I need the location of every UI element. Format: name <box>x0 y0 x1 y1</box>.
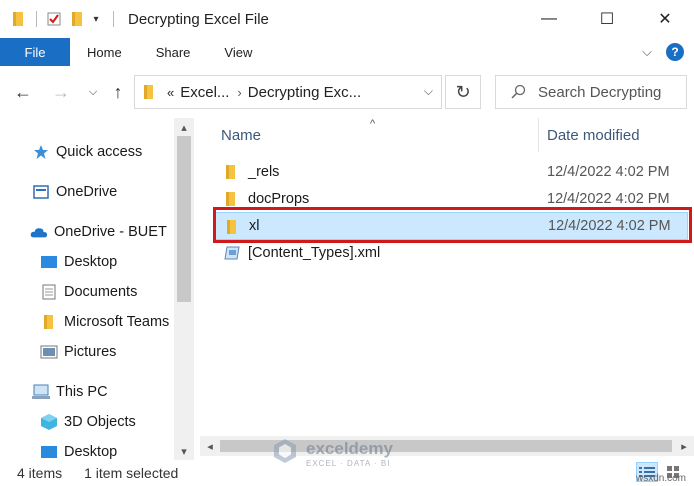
search-icon <box>510 84 526 100</box>
xml-file-icon <box>224 245 242 261</box>
maximize-button[interactable]: ☐ <box>578 0 636 38</box>
forward-icon[interactable]: → <box>48 79 74 105</box>
file-date: 12/4/2022 4:02 PM <box>547 191 670 207</box>
refresh-icon: ↻ <box>455 81 471 102</box>
chevron-down-icon[interactable]: ⌵ <box>424 84 433 99</box>
chevron-right-icon[interactable]: › <box>237 85 241 100</box>
search-input[interactable]: Search Decrypting <box>495 75 687 109</box>
column-header-date-modified[interactable]: Date modified <box>547 118 640 152</box>
tab-view[interactable]: View <box>207 38 269 66</box>
sidebar-item-microsoft-teams[interactable]: Microsoft Teams <box>40 314 169 330</box>
navigation-pane: Quick access OneDrive OneDrive - BUET De… <box>0 118 194 460</box>
folder-icon <box>10 10 28 28</box>
minimize-button[interactable]: — <box>520 0 578 38</box>
folder-icon <box>143 84 155 100</box>
scroll-left-icon[interactable]: ◂ <box>200 436 220 456</box>
computer-icon <box>32 384 50 400</box>
selection-count: 1 item selected <box>84 465 179 481</box>
back-icon[interactable]: ← <box>10 79 36 105</box>
file-name: _rels <box>248 164 280 180</box>
address-overflow[interactable]: « <box>167 85 174 100</box>
desktop-icon <box>40 444 58 460</box>
folder-icon <box>224 164 242 180</box>
scroll-up-icon[interactable]: ▴ <box>174 118 194 136</box>
sidebar-item-onedrive-buet[interactable]: OneDrive - BUET <box>30 224 167 240</box>
file-list: ^ Name Date modified _rels 12/4/2022 4:0… <box>200 118 694 460</box>
sidebar-item-documents[interactable]: Documents <box>40 284 137 300</box>
tab-file[interactable]: File <box>0 38 70 66</box>
ribbon-tabs: File Home Share View ⌵ ? <box>0 38 694 66</box>
up-icon[interactable]: ↑ <box>105 79 131 105</box>
pictures-icon <box>40 344 58 360</box>
sidebar-item-this-pc[interactable]: This PC <box>32 384 108 400</box>
tab-home[interactable]: Home <box>70 38 139 66</box>
window-title: Decrypting Excel File <box>128 10 269 28</box>
desktop-icon <box>40 254 58 270</box>
star-icon <box>32 144 50 160</box>
column-header-name[interactable]: Name <box>221 118 261 152</box>
column-divider[interactable] <box>538 118 539 152</box>
new-folder-icon[interactable] <box>69 10 87 28</box>
file-name: docProps <box>248 191 310 207</box>
cloud-icon <box>30 224 48 240</box>
item-count: 4 items <box>17 465 63 481</box>
sidebar-item-pictures[interactable]: Pictures <box>40 344 116 360</box>
sidebar-item-3d-objects[interactable]: 3D Objects <box>40 414 136 430</box>
list-item[interactable]: _rels 12/4/2022 4:02 PM <box>214 158 688 186</box>
expand-ribbon-icon[interactable]: ⌵ <box>642 44 652 60</box>
close-button[interactable]: ✕ <box>636 0 694 38</box>
folder-icon <box>40 314 58 330</box>
sidebar-item-onedrive[interactable]: OneDrive <box>32 184 117 200</box>
recent-locations-icon[interactable]: ⌵ <box>80 79 106 105</box>
sidebar-item-desktop-pc[interactable]: Desktop <box>40 444 117 460</box>
status-bar: 4 items 1 item selected <box>0 460 694 486</box>
source-credit: wsxdn.com <box>635 473 686 484</box>
documents-icon <box>40 284 58 300</box>
sidebar-item-quick-access[interactable]: Quick access <box>32 144 142 160</box>
quick-access-toolbar: ▾ <box>0 0 122 38</box>
tab-share[interactable]: Share <box>139 38 208 66</box>
breadcrumb-segment[interactable]: Decrypting Exc... <box>248 84 361 101</box>
list-item[interactable]: [Content_Types].xml <box>214 239 688 267</box>
file-date: 12/4/2022 4:02 PM <box>547 164 670 180</box>
address-bar[interactable]: « Excel... › Decrypting Exc... ⌵ <box>134 75 442 109</box>
scrollbar-thumb[interactable] <box>177 136 191 302</box>
breadcrumb-segment[interactable]: Excel... <box>180 84 229 101</box>
scroll-down-icon[interactable]: ▾ <box>174 442 194 460</box>
3d-objects-icon <box>40 414 58 430</box>
folder-icon <box>224 191 242 207</box>
scroll-right-icon[interactable]: ▸ <box>674 436 694 456</box>
sidebar-item-desktop[interactable]: Desktop <box>40 254 117 270</box>
file-name: [Content_Types].xml <box>248 245 381 261</box>
watermark-name: exceldemy <box>306 439 393 458</box>
highlight-box <box>213 207 692 243</box>
search-placeholder: Search Decrypting <box>538 83 662 101</box>
refresh-button[interactable]: ↻ <box>445 75 481 109</box>
title-bar: ▾ Decrypting Excel File — ☐ ✕ <box>0 0 694 38</box>
navigation-bar: ← → ⌵ ↑ « Excel... › Decrypting Exc... ⌵… <box>0 66 694 118</box>
help-icon[interactable]: ? <box>666 43 684 61</box>
customize-toolbar-icon[interactable]: ▾ <box>87 10 105 28</box>
onedrive-icon <box>32 184 50 200</box>
sort-ascending-icon: ^ <box>370 118 376 130</box>
properties-icon[interactable] <box>45 10 63 28</box>
navigation-scrollbar[interactable]: ▴ ▾ <box>174 118 194 460</box>
